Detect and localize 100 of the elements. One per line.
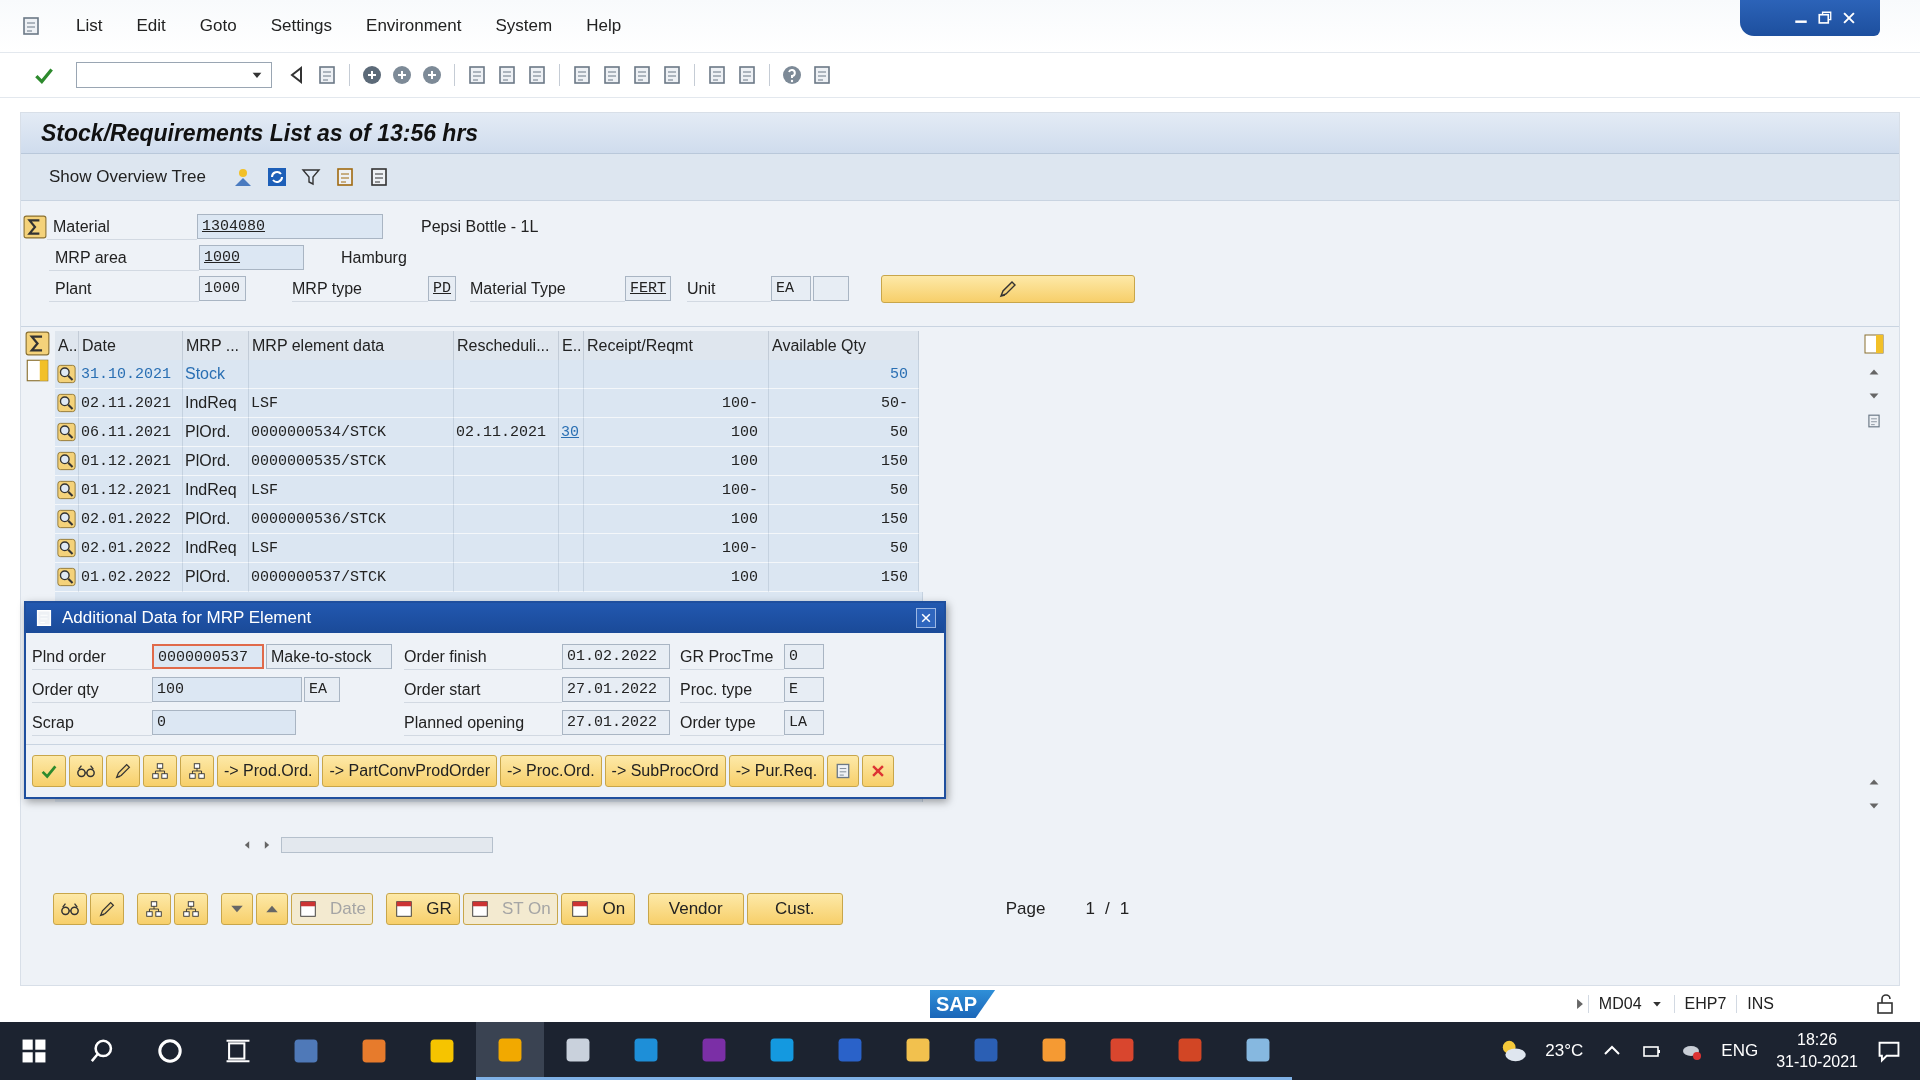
column-header[interactable]: A..	[55, 331, 79, 360]
display-button[interactable]	[69, 755, 103, 787]
dialog-field[interactable]: 0	[152, 710, 296, 735]
close-icon	[919, 611, 933, 625]
table-cell: 02.01.2022	[79, 505, 183, 534]
command-field[interactable]	[76, 62, 272, 88]
dialog-field[interactable]: 27.01.2022	[562, 710, 670, 735]
table-cell: LSF	[249, 389, 454, 418]
scroll-up-button[interactable]	[256, 893, 288, 925]
table-cell: 100-	[584, 476, 769, 505]
display-button[interactable]	[53, 893, 87, 925]
hierarchy-icon[interactable]	[181, 899, 201, 919]
table-cell: Stock	[183, 360, 249, 389]
table-cell: 100-	[584, 389, 769, 418]
edit-icon[interactable]	[113, 761, 133, 781]
table-cell: 02.11.2021	[79, 389, 183, 418]
edit-button[interactable]	[90, 893, 124, 925]
hierarchy-icon[interactable]	[187, 761, 207, 781]
hierarchy-icon[interactable]	[150, 761, 170, 781]
function-button[interactable]: On	[560, 893, 635, 925]
function-button[interactable]: Vendor	[647, 893, 744, 925]
cortana-icon[interactable]	[156, 1037, 184, 1065]
table-cell: 150	[769, 505, 919, 534]
collapse-button[interactable]	[180, 755, 214, 787]
task-view-icon[interactable]	[224, 1037, 252, 1065]
column-header[interactable]: Available Qty	[769, 331, 919, 360]
edit-icon[interactable]	[97, 899, 117, 919]
calendar-icon[interactable]	[394, 899, 415, 919]
table-cell: 50	[769, 534, 919, 563]
dialog-field[interactable]: 100	[152, 677, 302, 702]
menu-icon[interactable]	[20, 15, 42, 37]
dialog-field[interactable]: LA	[784, 710, 824, 735]
function-button[interactable]: -> PartConvProdOrder	[322, 755, 497, 787]
refresh-icon[interactable]	[265, 166, 288, 188]
scroll-down-button[interactable]	[221, 893, 253, 925]
scroll-thumb[interactable]	[281, 837, 493, 853]
dialog-field[interactable]: 01.02.2022	[562, 644, 670, 669]
table-cell: 0000000535/STCK	[249, 447, 454, 476]
filter-icon[interactable]	[299, 166, 322, 188]
settings-button[interactable]	[827, 755, 860, 787]
transaction-code[interactable]: MD04	[1587, 995, 1674, 1013]
column-header[interactable]: Rescheduli...	[454, 331, 559, 360]
window-icon	[34, 608, 54, 628]
menu-item[interactable]: Goto	[199, 16, 237, 36]
page-number: 1	[1085, 899, 1095, 919]
unit-extra-field	[813, 276, 849, 301]
clock-date[interactable]: 31-10-2021	[1776, 1051, 1858, 1073]
restore-icon[interactable]	[1816, 9, 1834, 27]
table-cell: 50	[769, 360, 919, 389]
expand-button[interactable]	[143, 755, 177, 787]
calendar-icon[interactable]	[570, 899, 591, 919]
dialog-field[interactable]: 27.01.2022	[562, 677, 670, 702]
function-button[interactable]: -> Proc.Ord.	[500, 755, 602, 787]
lock-icon[interactable]	[1874, 993, 1896, 1015]
totals-icon[interactable]	[25, 331, 50, 356]
menu-item[interactable]: System	[495, 16, 553, 36]
dialog-title: Additional Data for MRP Element	[62, 608, 312, 628]
cancel-button[interactable]	[862, 755, 895, 787]
dialog-field[interactable]: 0	[784, 644, 824, 669]
dialog-field[interactable]: E	[784, 677, 824, 702]
menu-item[interactable]: List	[76, 16, 103, 36]
hierarchy-icon[interactable]	[144, 899, 164, 919]
menu-item[interactable]: Environment	[366, 16, 462, 36]
column-header[interactable]: MRP ...	[183, 331, 249, 360]
column-header[interactable]: E..	[559, 331, 584, 360]
close-button[interactable]	[916, 608, 936, 628]
function-button[interactable]: Cust.	[746, 893, 843, 925]
table-cell	[559, 563, 584, 592]
dialog-field[interactable]: 0000000537	[152, 644, 264, 669]
exception-link[interactable]: 30	[561, 423, 579, 441]
language-indicator[interactable]: ENG	[1721, 1041, 1759, 1061]
mrp-area-field[interactable]: 1000	[199, 245, 304, 270]
page-label: Page	[1005, 899, 1046, 919]
plant-field: 1000	[199, 276, 246, 301]
function-button[interactable]: -> SubProcOrd	[604, 755, 726, 787]
column-header[interactable]: MRP element data	[249, 331, 454, 360]
column-header[interactable]: Receipt/Reqmt	[584, 331, 769, 360]
function-button[interactable]: GR	[385, 893, 460, 925]
help-icon[interactable]	[781, 64, 803, 86]
clock-time[interactable]: 18:26	[1797, 1029, 1838, 1051]
temperature: 23°C	[1545, 1041, 1584, 1061]
menu-item[interactable]: Settings	[270, 16, 333, 36]
menu-item[interactable]: Help	[586, 16, 622, 36]
mrp-type-field: PD	[428, 276, 456, 301]
function-button[interactable]: -> Pur.Req.	[728, 755, 825, 787]
table-cell: PlOrd.	[183, 563, 249, 592]
start-icon[interactable]	[20, 1037, 48, 1065]
edit-button[interactable]	[106, 755, 140, 787]
dialog-field: Make-to-stock	[266, 644, 392, 669]
collapse-button[interactable]	[174, 893, 208, 925]
menu-item[interactable]: Edit	[136, 16, 166, 36]
expand-button[interactable]	[137, 893, 171, 925]
column-header[interactable]: Date	[79, 331, 183, 360]
show-overview-tree-button[interactable]: Show Overview Tree	[43, 163, 212, 191]
table-cell: 50	[769, 418, 919, 447]
function-button[interactable]: -> Prod.Ord.	[217, 755, 320, 787]
material-field[interactable]: 1304080	[197, 214, 383, 239]
table-cell: 0000000536/STCK	[249, 505, 454, 534]
confirm-button[interactable]	[32, 755, 66, 787]
table-cell: LSF	[249, 534, 454, 563]
